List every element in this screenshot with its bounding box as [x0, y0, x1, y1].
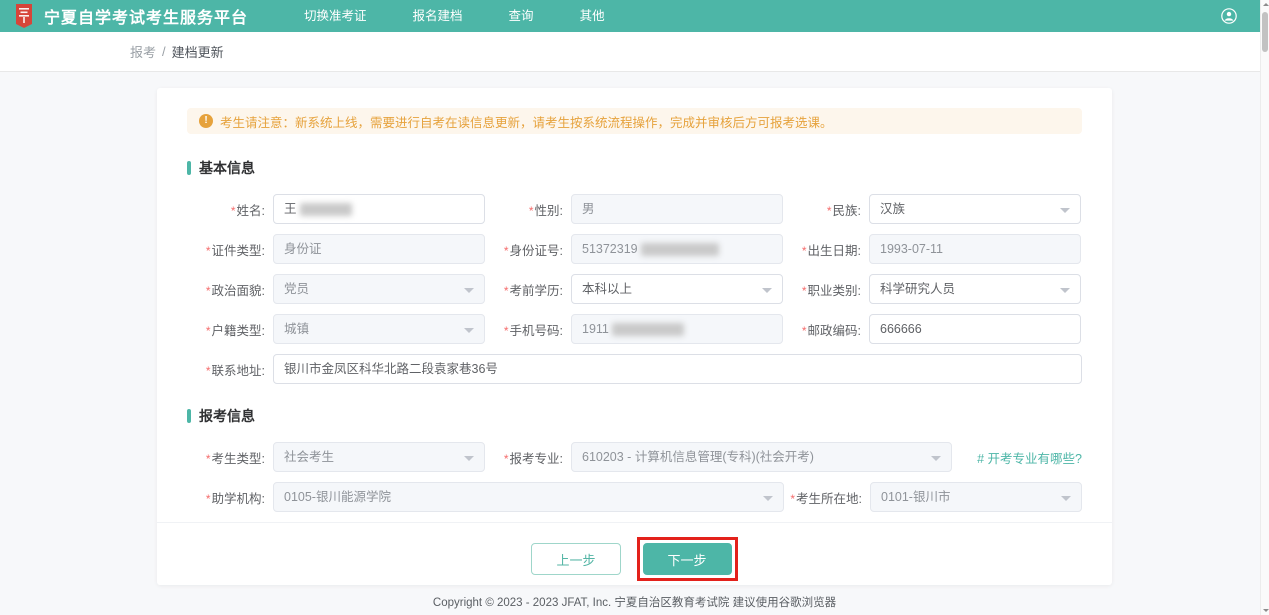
notice-banner: ! 考生请注意：新系统上线，需要进行自考在读信息更新，请考生按系统流程操作，完成… [187, 108, 1082, 134]
chevron-down-icon [763, 496, 773, 506]
institution-label: *助学机构: [187, 488, 265, 507]
section-basic-title: 基本信息 [199, 158, 255, 178]
gender-input: 男 [571, 194, 783, 224]
candidate-type-select: 社会考生 [273, 442, 485, 472]
gender-field: *性别: 男 [485, 194, 783, 224]
id-number-input: 51372319 [571, 234, 783, 264]
occupation-label: *职业类别: [783, 280, 861, 299]
breadcrumb: 报考 / 建档更新 [0, 32, 1269, 72]
chevron-down-icon [762, 288, 772, 298]
postal-code-input[interactable]: 666666 [869, 314, 1081, 344]
page: 宁夏自学考试考生服务平台 切换准考证 报名建档 查询 其他 报考 / 建档更新 [0, 0, 1269, 615]
section-apply-info: 报考信息 [187, 406, 1082, 426]
app-header: 宁夏自学考试考生服务平台 切换准考证 报名建档 查询 其他 [0, 0, 1269, 32]
major-label: *报考专业: [485, 448, 563, 467]
name-field: *姓名: 王 [187, 194, 485, 224]
scroll-up-arrow-icon[interactable] [1263, 3, 1269, 6]
address-field: *联系地址: 银川市金凤区科华北路二段袁家巷36号 [187, 354, 1082, 384]
open-majors-link[interactable]: # 开考专业有哪些? [977, 448, 1082, 467]
address-label: *联系地址: [187, 360, 265, 379]
household-type-field: *户籍类型: 城镇 [187, 314, 485, 344]
education-label: *考前学历: [485, 280, 563, 299]
gender-label: *性别: [485, 200, 563, 219]
chevron-down-icon [464, 328, 474, 338]
section-bar-icon [187, 161, 191, 175]
location-field: *考生所在地: 0101-银川市 [784, 482, 1082, 512]
scrollbar-thumb[interactable] [1262, 12, 1268, 52]
breadcrumb-current: 建档更新 [172, 42, 224, 61]
chevron-down-icon [931, 456, 941, 466]
platform-logo-icon [14, 4, 34, 28]
candidate-type-field: *考生类型: 社会考生 [187, 442, 485, 472]
education-select[interactable]: 本科以上 [571, 274, 783, 304]
ethnicity-label: *民族: [783, 200, 861, 219]
birth-date-label: *出生日期: [783, 240, 861, 259]
birth-date-field: *出生日期: 1993-07-11 [783, 234, 1081, 264]
id-number-field: *身份证号: 51372319 [485, 234, 783, 264]
institution-field: *助学机构: 0105-银川能源学院 [187, 482, 784, 512]
institution-select: 0105-银川能源学院 [273, 482, 784, 512]
education-field: *考前学历: 本科以上 [485, 274, 783, 304]
chevron-down-icon [1061, 496, 1071, 506]
vertical-scrollbar[interactable] [1260, 0, 1269, 615]
candidate-type-label: *考生类型: [187, 448, 265, 467]
phone-label: *手机号码: [485, 320, 563, 339]
nav-registration-filing[interactable]: 报名建档 [413, 0, 463, 32]
chevron-down-icon [464, 288, 474, 298]
id-type-input: 身份证 [273, 234, 485, 264]
warning-icon: ! [199, 114, 213, 128]
postal-code-field: *邮政编码: 666666 [783, 314, 1081, 344]
form-actions: 上一步 下一步 [157, 522, 1112, 581]
prev-step-button[interactable]: 上一步 [531, 543, 620, 575]
location-select: 0101-银川市 [870, 482, 1082, 512]
form-card: ! 考生请注意：新系统上线，需要进行自考在读信息更新，请考生按系统流程操作，完成… [157, 88, 1112, 585]
name-input[interactable]: 王 [273, 194, 485, 224]
main-nav: 切换准考证 报名建档 查询 其他 [304, 0, 605, 32]
section-bar-icon [187, 409, 191, 423]
user-account-icon[interactable] [1221, 8, 1237, 24]
page-content: ! 考生请注意：新系统上线，需要进行自考在读信息更新，请考生按系统流程操作，完成… [0, 72, 1269, 615]
id-type-field: *证件类型: 身份证 [187, 234, 485, 264]
redaction-blur [641, 243, 719, 256]
next-step-button[interactable]: 下一步 [643, 543, 732, 575]
political-status-label: *政治面貌: [187, 280, 265, 299]
name-label: *姓名: [187, 200, 265, 219]
id-type-label: *证件类型: [187, 240, 265, 259]
nav-query[interactable]: 查询 [509, 0, 534, 32]
major-select: 610203 - 计算机信息管理(专科)(社会开考) [571, 442, 952, 472]
location-label: *考生所在地: [784, 488, 862, 507]
app-title: 宁夏自学考试考生服务平台 [44, 4, 248, 28]
copyright-text: Copyright © 2023 - 2023 JFAT, Inc. 宁夏自治区… [0, 594, 1269, 610]
postal-code-label: *邮政编码: [783, 320, 861, 339]
household-type-label: *户籍类型: [187, 320, 265, 339]
chevron-down-icon [1060, 288, 1070, 298]
chevron-down-icon [1060, 208, 1070, 218]
phone-input: 1911 [571, 314, 783, 344]
section-apply-title: 报考信息 [199, 406, 255, 426]
political-status-field: *政治面貌: 党员 [187, 274, 485, 304]
nav-switch-admission-ticket[interactable]: 切换准考证 [304, 0, 367, 32]
birth-date-input: 1993-07-11 [869, 234, 1081, 264]
nav-other[interactable]: 其他 [580, 0, 605, 32]
phone-field: *手机号码: 1911 [485, 314, 783, 344]
id-number-label: *身份证号: [485, 240, 563, 259]
section-basic-info: 基本信息 [187, 158, 1082, 178]
breadcrumb-parent[interactable]: 报考 [130, 42, 156, 61]
annotation-highlight-box: 下一步 [637, 537, 738, 581]
political-status-select: 党员 [273, 274, 485, 304]
household-type-select: 城镇 [273, 314, 485, 344]
occupation-select[interactable]: 科学研究人员 [869, 274, 1081, 304]
breadcrumb-separator: / [162, 44, 166, 59]
occupation-field: *职业类别: 科学研究人员 [783, 274, 1081, 304]
redaction-blur [612, 323, 684, 336]
major-field: *报考专业: 610203 - 计算机信息管理(专科)(社会开考) [485, 442, 952, 472]
address-input[interactable]: 银川市金凤区科华北路二段袁家巷36号 [273, 354, 1082, 384]
redaction-blur [300, 203, 352, 216]
chevron-down-icon [464, 456, 474, 466]
scroll-down-arrow-icon[interactable] [1263, 609, 1269, 612]
ethnicity-select[interactable]: 汉族 [869, 194, 1081, 224]
notice-text: 考生请注意：新系统上线，需要进行自考在读信息更新，请考生按系统流程操作，完成并审… [220, 112, 833, 131]
ethnicity-field: *民族: 汉族 [783, 194, 1081, 224]
